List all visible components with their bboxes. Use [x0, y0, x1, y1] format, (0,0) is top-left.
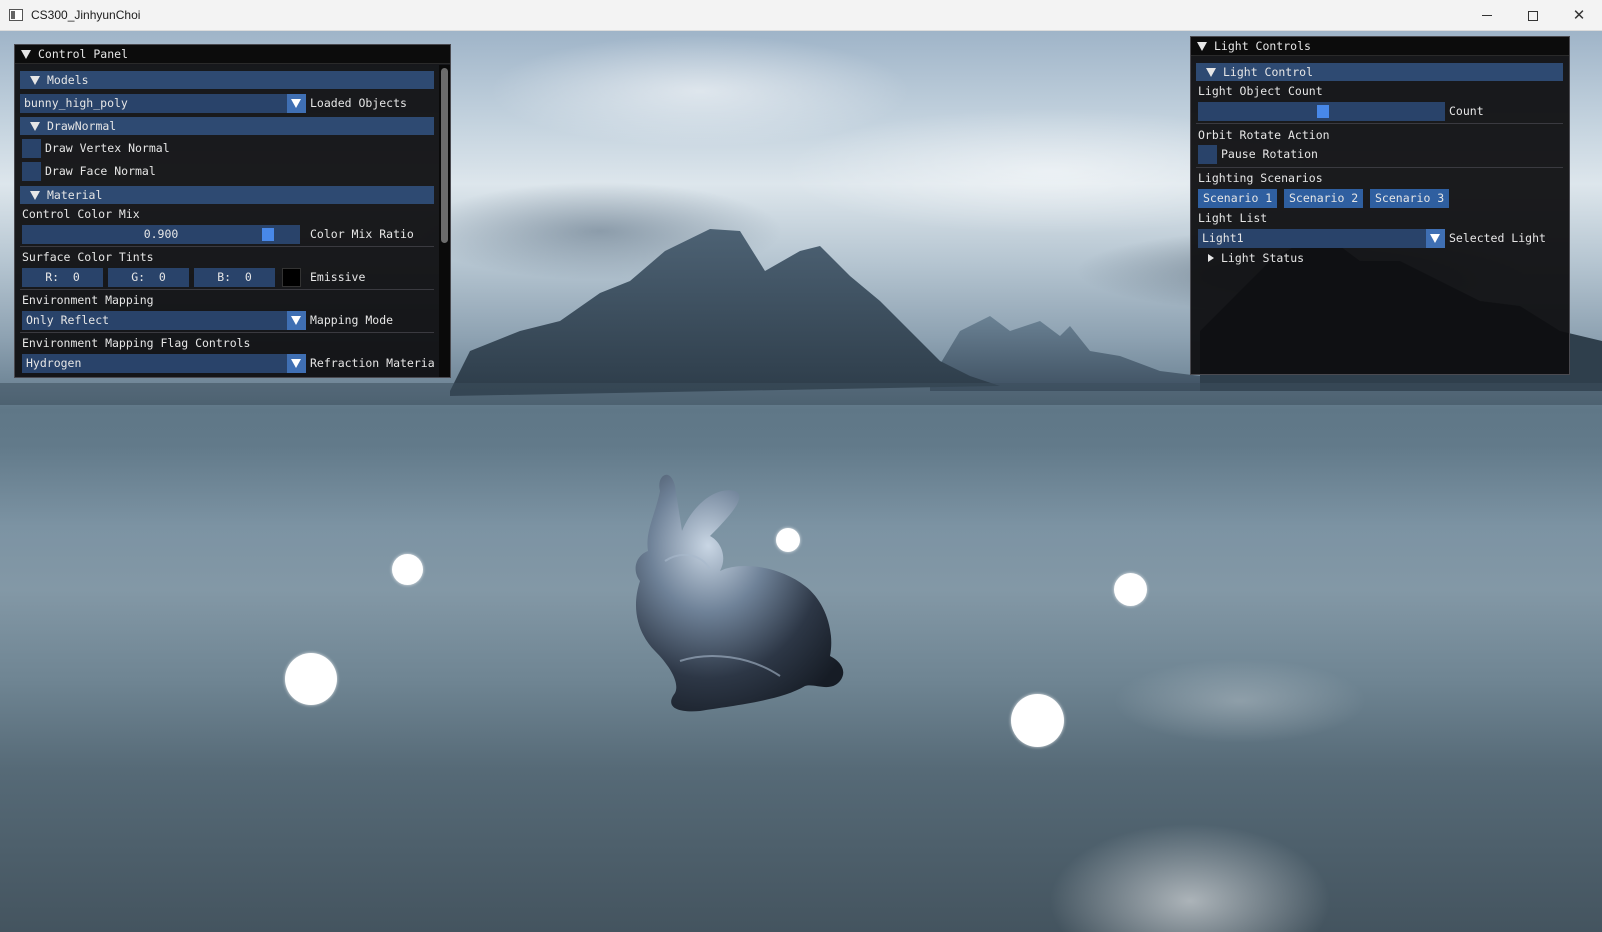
selected-light-value: Light1 — [1202, 231, 1244, 245]
slider-grab[interactable] — [261, 228, 274, 241]
orbit-rotate-title: Orbit Rotate Action — [1198, 128, 1330, 142]
env-flag-title: Environment Mapping Flag Controls — [22, 336, 251, 350]
models-header-label: Models — [47, 73, 89, 87]
scenario-1-button[interactable]: Scenario 1 — [1198, 189, 1278, 208]
models-header[interactable]: Models — [20, 71, 434, 89]
scenario-3-button[interactable]: Scenario 3 — [1370, 189, 1450, 208]
light-orb-5[interactable] — [1011, 694, 1064, 747]
light-count-title: Light Object Count — [1198, 84, 1323, 98]
light-count-slider[interactable]: 5 — [1198, 102, 1445, 121]
scrollbar-thumb[interactable] — [441, 68, 448, 243]
control-panel-title: Control Panel — [38, 47, 129, 61]
tint-r-field[interactable]: R: 0 — [22, 268, 103, 287]
refraction-material-combo[interactable]: Hydrogen — [22, 354, 306, 373]
lighting-scenarios-title: Lighting Scenarios — [1198, 171, 1323, 185]
draw-vertex-normal-checkbox[interactable] — [22, 139, 41, 158]
expand-arrow-icon — [30, 76, 40, 85]
control-panel[interactable]: Control Panel Models bunny_high_poly Loa… — [14, 44, 451, 378]
bunny-model[interactable] — [620, 461, 870, 726]
color-mix-ratio-value: 0.900 — [143, 227, 179, 241]
draw-face-normal-checkbox[interactable] — [22, 162, 41, 181]
selected-light-combo[interactable]: Light1 — [1198, 229, 1445, 248]
maximize-button[interactable] — [1510, 0, 1556, 31]
scenario-2-button[interactable]: Scenario 2 — [1284, 189, 1364, 208]
material-header-label: Material — [47, 188, 103, 202]
light-control-header-label: Light Control — [1223, 65, 1314, 79]
minimize-icon — [1482, 15, 1492, 16]
refraction-material-value: Hydrogen — [26, 356, 82, 370]
maximize-icon — [1528, 10, 1538, 21]
dropdown-arrow-icon[interactable] — [287, 311, 306, 330]
close-button[interactable]: ✕ — [1556, 0, 1602, 31]
expand-arrow-icon — [1206, 68, 1216, 77]
light-status-label: Light Status — [1221, 251, 1305, 265]
light-orb-3[interactable] — [1114, 573, 1147, 606]
expand-arrow-icon — [30, 122, 40, 131]
material-header[interactable]: Material — [20, 186, 434, 204]
pause-rotation-label: Pause Rotation — [1221, 147, 1318, 161]
collapsed-arrow-icon — [1208, 254, 1214, 262]
light-list-title: Light List — [1198, 211, 1268, 225]
separator — [20, 289, 434, 290]
collapse-arrow-icon[interactable] — [21, 50, 31, 59]
light-controls-title: Light Controls — [1214, 39, 1311, 53]
loaded-objects-combo[interactable]: bunny_high_poly — [20, 94, 306, 113]
dropdown-arrow-icon[interactable] — [287, 354, 306, 373]
light-count-label: Count — [1449, 104, 1484, 118]
color-mix-ratio-label: Color Mix Ratio — [310, 227, 414, 241]
draw-normal-header[interactable]: DrawNormal — [20, 117, 434, 135]
emissive-label: Emissive — [310, 270, 366, 284]
control-panel-scrollbar[interactable] — [439, 65, 450, 377]
window-title: CS300_JinhyunChoi — [31, 8, 141, 22]
refraction-material-label: Refraction Materia — [310, 356, 435, 370]
separator — [1196, 167, 1563, 168]
expand-arrow-icon — [30, 191, 40, 200]
draw-face-normal-label: Draw Face Normal — [45, 164, 156, 178]
mapping-mode-value: Only Reflect — [26, 313, 110, 327]
light-control-header[interactable]: Light Control — [1196, 63, 1563, 81]
environment-mapping-title: Environment Mapping — [22, 293, 154, 307]
dropdown-arrow-icon[interactable] — [287, 94, 306, 113]
emissive-color-swatch[interactable] — [282, 268, 301, 287]
light-orb-1[interactable] — [392, 554, 423, 585]
separator — [20, 246, 434, 247]
light-orb-4[interactable] — [285, 653, 337, 705]
light-controls-panel[interactable]: Light Controls Light Control Light Objec… — [1190, 36, 1570, 375]
loaded-objects-value: bunny_high_poly — [24, 96, 128, 110]
separator — [1196, 123, 1563, 124]
draw-normal-header-label: DrawNormal — [47, 119, 117, 133]
dropdown-arrow-icon[interactable] — [1426, 229, 1445, 248]
loaded-objects-label: Loaded Objects — [310, 96, 407, 110]
color-mix-title: Control Color Mix — [22, 207, 140, 221]
light-orb-2[interactable] — [776, 528, 800, 552]
pause-rotation-checkbox[interactable] — [1198, 145, 1217, 164]
minimize-button[interactable] — [1464, 0, 1510, 31]
close-icon: ✕ — [1572, 6, 1586, 24]
color-mix-ratio-slider[interactable]: 0.900 — [22, 225, 300, 244]
draw-vertex-normal-label: Draw Vertex Normal — [45, 141, 170, 155]
collapse-arrow-icon[interactable] — [1197, 42, 1207, 51]
tint-g-field[interactable]: G: 0 — [108, 268, 189, 287]
light-status-tree-node[interactable]: Light Status — [1208, 251, 1304, 265]
window-title-bar: CS300_JinhyunChoi ✕ — [0, 0, 1602, 31]
tint-b-field[interactable]: B: 0 — [194, 268, 275, 287]
selected-light-label: Selected Light — [1449, 231, 1546, 245]
surface-tints-title: Surface Color Tints — [22, 250, 154, 264]
separator — [20, 332, 434, 333]
app-icon — [9, 9, 23, 21]
control-panel-title-bar[interactable]: Control Panel — [15, 45, 450, 64]
mapping-mode-combo[interactable]: Only Reflect — [22, 311, 306, 330]
slider-grab[interactable] — [1316, 105, 1329, 118]
mapping-mode-label: Mapping Mode — [310, 313, 394, 327]
light-controls-title-bar[interactable]: Light Controls — [1191, 37, 1569, 56]
